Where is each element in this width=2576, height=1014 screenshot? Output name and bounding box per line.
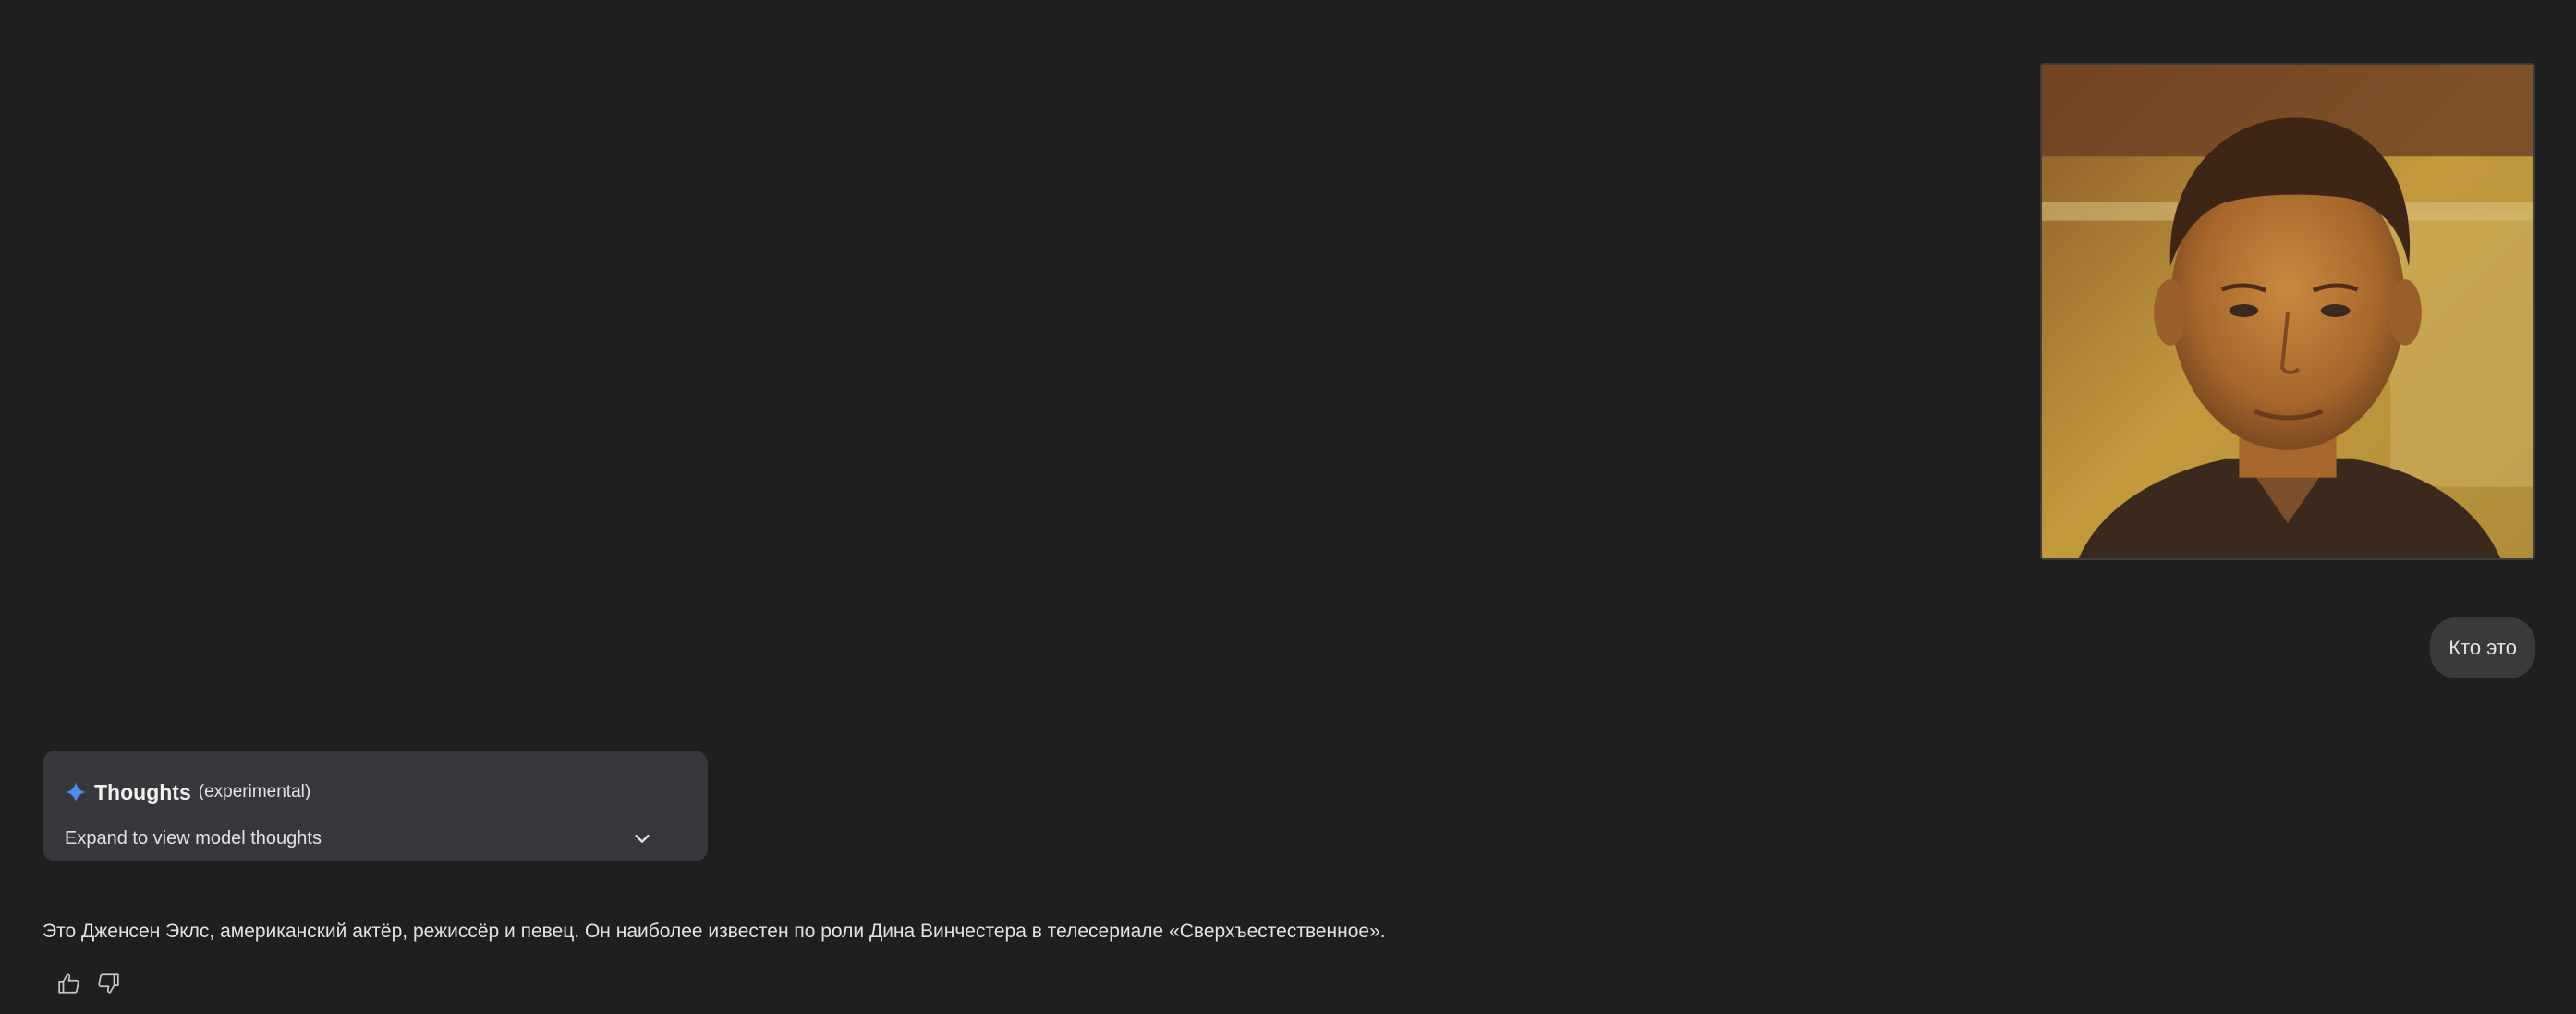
thumbs-up-button[interactable]	[55, 969, 83, 998]
expand-thoughts-button[interactable]: Expand to view model thoughts	[65, 825, 686, 852]
thumbs-down-button[interactable]	[94, 969, 122, 998]
user-message-bubble: Кто это	[2430, 617, 2535, 678]
chat-page: Кто это Thoughts (experimental) Expand t…	[0, 0, 2576, 1014]
thumb-up-icon	[58, 973, 79, 994]
thoughts-panel: Thoughts (experimental) Expand to view m…	[43, 751, 708, 861]
thoughts-title: Thoughts	[94, 779, 191, 804]
user-uploaded-image[interactable]	[2040, 63, 2535, 560]
thoughts-header: Thoughts (experimental)	[65, 771, 310, 813]
thoughts-experimental-tag: (experimental)	[198, 782, 311, 801]
thumb-down-icon	[98, 973, 119, 994]
response-actions	[55, 969, 122, 998]
portrait-photo	[2042, 65, 2533, 558]
expand-thoughts-label: Expand to view model thoughts	[65, 827, 322, 849]
chevron-down-icon	[632, 828, 652, 849]
model-answer-text: Это Дженсен Эклс, американский актёр, ре…	[43, 921, 1386, 942]
sparkle-icon	[65, 781, 87, 803]
